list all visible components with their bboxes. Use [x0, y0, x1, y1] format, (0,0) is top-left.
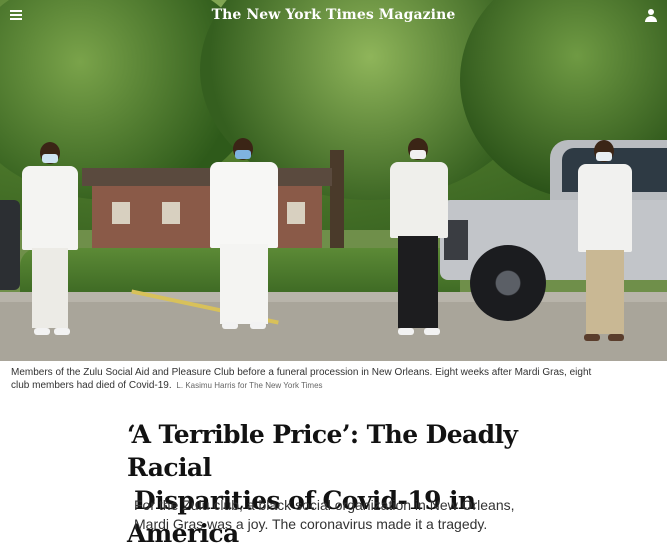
summary-line: Mardi Gras was a joy. The coronavirus ma…: [134, 516, 488, 532]
parking-lot: [0, 302, 667, 361]
author-avatars-row: [134, 545, 314, 550]
club-member: [574, 138, 636, 342]
article-summary: For the Zulu club, a black social organi…: [134, 496, 534, 534]
tree-trunk: [330, 150, 344, 260]
club-member: [206, 136, 282, 334]
parked-car: [0, 200, 20, 290]
user-account-icon[interactable]: [645, 9, 657, 22]
hero-photo: [0, 0, 667, 361]
truck-wheel: [470, 245, 546, 321]
club-member: [18, 140, 82, 340]
club-member: [386, 136, 452, 338]
nyt-magazine-logo[interactable]: The New York Times Magazine: [0, 7, 667, 23]
headline-line: ‘A Terrible Price’: The Deadly Racial: [127, 420, 518, 482]
photo-caption: Members of the Zulu Social Aid and Pleas…: [11, 366, 611, 392]
summary-line: For the Zulu club, a black social organi…: [134, 497, 515, 513]
masthead: The New York Times Magazine: [0, 0, 667, 34]
photo-credit: L. Kasimu Harris for The New York Times: [176, 381, 323, 390]
